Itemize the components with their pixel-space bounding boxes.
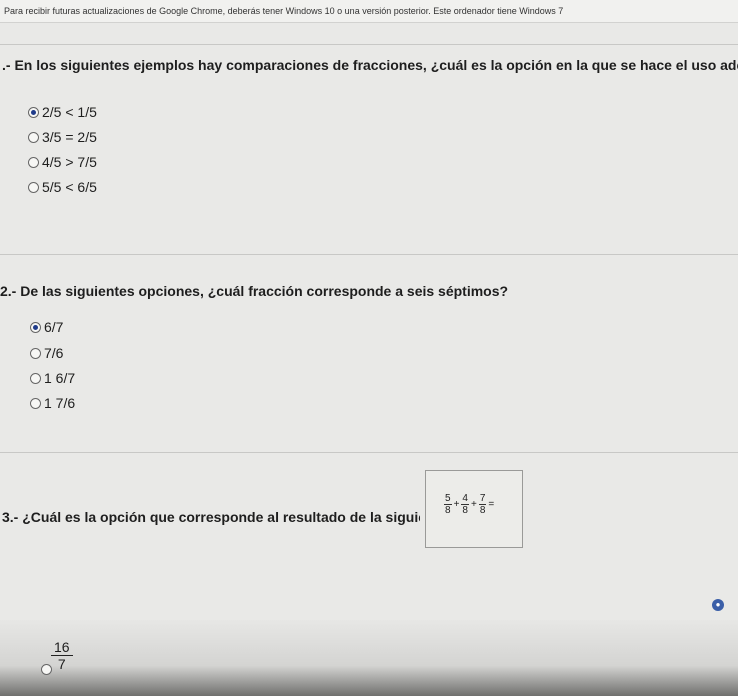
radio-button[interactable] [28, 131, 39, 143]
question-1-number: .- [2, 57, 11, 73]
radio-button-selected[interactable] [30, 321, 41, 333]
question-3-text: 3.- ¿Cuál es la opción que corresponde a… [2, 509, 420, 525]
divider-q2 [0, 452, 738, 453]
plus-sign: + [470, 499, 477, 510]
screen-bottom-shadow [0, 620, 738, 696]
q2-option-1-label: 6/7 [44, 319, 64, 335]
divider-top [0, 44, 738, 45]
q1-option-2-label: 3/5 = 2/5 [42, 129, 97, 145]
divider-q1 [0, 254, 738, 255]
question-2-label: De las siguientes opciones, ¿cuál fracci… [20, 283, 509, 299]
q2-option-2-label: 7/6 [44, 345, 64, 361]
q1-option-2[interactable]: 3/5 = 2/5 [28, 129, 97, 145]
q2-option-3[interactable]: 1 6/7 [30, 370, 75, 386]
q2-option-3-label: 1 6/7 [44, 370, 76, 386]
radio-button[interactable] [28, 156, 39, 168]
q2-option-1[interactable]: 6/7 [30, 319, 63, 335]
q2-option-2[interactable]: 7/6 [30, 345, 63, 361]
q1-option-1-label: 2/5 < 1/5 [42, 104, 97, 120]
fraction-2: 4 8 [461, 493, 469, 516]
question-3-label: ¿Cuál es la opción que corresponde al re… [22, 509, 420, 525]
fraction-1: 5 8 [444, 493, 452, 516]
q2-option-4[interactable]: 1 7/6 [30, 395, 75, 411]
fraction-3: 7 8 [478, 493, 487, 516]
q1-option-4-label: 5/5 < 6/5 [42, 179, 97, 195]
q1-option-3-label: 4/5 > 7/5 [42, 154, 97, 170]
q1-option-4[interactable]: 5/5 < 6/5 [28, 179, 97, 195]
q1-option-1[interactable]: 2/5 < 1/5 [28, 104, 97, 120]
radio-button[interactable] [30, 347, 41, 359]
question-3-number: 3.- [2, 509, 19, 525]
radio-button-selected[interactable] [28, 106, 39, 118]
radio-button[interactable] [30, 372, 41, 384]
equals-sign: = [488, 499, 495, 510]
page-control-icon[interactable]: ● [712, 599, 724, 611]
question-1-text: .- En los siguientes ejemplos hay compar… [2, 57, 738, 73]
chrome-update-banner: Para recibir futuras actualizaciones de … [0, 0, 738, 23]
banner-text: Para recibir futuras actualizaciones de … [4, 6, 564, 16]
q1-option-3[interactable]: 4/5 > 7/5 [28, 154, 97, 170]
plus-sign: + [453, 499, 460, 510]
fraction-sum-box: 5 8 + 4 8 + 7 8 = [425, 470, 523, 548]
fraction-sum-expression: 5 8 + 4 8 + 7 8 = [442, 493, 494, 516]
radio-button[interactable] [28, 181, 39, 193]
question-1-label: En los siguientes ejemplos hay comparaci… [14, 57, 738, 73]
question-2-number: 2.- [0, 283, 17, 299]
radio-button[interactable] [30, 397, 41, 409]
question-2-text: 2.- De las siguientes opciones, ¿cuál fr… [0, 283, 738, 299]
q2-option-4-label: 1 7/6 [44, 395, 76, 411]
q3-option-1-fraction: 16 7 [51, 639, 73, 672]
